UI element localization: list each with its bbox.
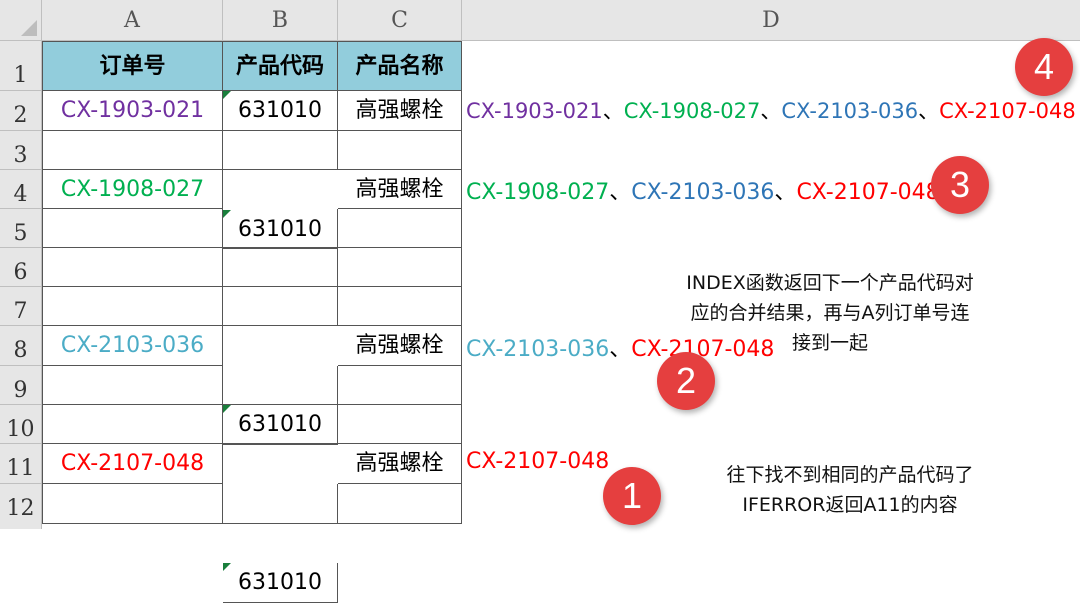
- result-order: CX-2107-048: [796, 180, 940, 205]
- name-cell-c11[interactable]: 高强螺栓: [338, 444, 462, 484]
- step-badge-2: 2: [657, 352, 715, 410]
- result-order: CX-1908-027: [466, 180, 610, 205]
- row-header-3[interactable]: 3: [0, 131, 42, 170]
- empty-cell[interactable]: [223, 131, 338, 170]
- result-separator: 、: [609, 337, 632, 362]
- order-cell-a11[interactable]: CX-2107-048: [42, 444, 223, 484]
- result-order: CX-1903-021: [466, 99, 603, 123]
- empty-cell[interactable]: [338, 131, 462, 170]
- empty-cell[interactable]: [338, 366, 462, 405]
- number-as-text-flag-icon: [223, 563, 231, 571]
- note-line: 往下找不到相同的产品代码了: [726, 464, 974, 486]
- row-header-5[interactable]: 5: [0, 209, 42, 248]
- row-header-8[interactable]: 8: [0, 326, 42, 366]
- empty-cell[interactable]: [42, 131, 223, 170]
- order-cell-a2[interactable]: CX-1903-021: [42, 91, 223, 131]
- d11-merged-result[interactable]: CX-2107-048: [466, 449, 609, 474]
- empty-cell[interactable]: [223, 287, 338, 326]
- result-separator: 、: [602, 99, 624, 123]
- select-all-corner[interactable]: [0, 0, 42, 41]
- header-order-number: 订单号: [43, 42, 222, 90]
- d2-merged-result[interactable]: CX-1903-021、CX-1908-027、CX-2103-036、CX-2…: [466, 95, 1076, 125]
- note-line: 接到一起: [791, 332, 868, 354]
- table-header-cell[interactable]: 产品代码: [223, 41, 338, 91]
- result-order: CX-2103-036: [466, 337, 610, 362]
- row-header-11[interactable]: 11: [0, 444, 42, 484]
- result-order: CX-2107-048: [466, 449, 610, 474]
- empty-cell[interactable]: [42, 287, 223, 326]
- d4-merged-result[interactable]: CX-1908-027、CX-2103-036、CX-2107-048: [466, 174, 940, 206]
- table-header-cell[interactable]: 订单号: [42, 41, 223, 91]
- row-header-1[interactable]: 1: [0, 41, 42, 91]
- column-header-a[interactable]: A: [42, 0, 223, 41]
- table-header-cell[interactable]: 产品名称: [338, 41, 462, 91]
- column-header-d[interactable]: D: [462, 0, 1080, 41]
- row-header-2[interactable]: 2: [0, 91, 42, 131]
- code-value: 631010: [238, 570, 322, 595]
- row-header-4[interactable]: 4: [0, 170, 42, 209]
- select-all-triangle-icon: [21, 20, 37, 36]
- code-cell-b11[interactable]: 631010: [223, 563, 338, 603]
- code-cell-b2[interactable]: 631010: [223, 91, 338, 131]
- empty-cell[interactable]: [42, 405, 223, 444]
- empty-cell[interactable]: [42, 484, 223, 524]
- empty-cell[interactable]: [42, 366, 223, 405]
- column-header-b[interactable]: B: [223, 0, 338, 41]
- note-line: IFERROR返回A11的内容: [742, 494, 958, 516]
- iferror-explanation-note: 往下找不到相同的产品代码了 IFERROR返回A11的内容: [680, 460, 1020, 520]
- empty-cell[interactable]: [338, 248, 462, 287]
- column-header-c[interactable]: C: [338, 0, 462, 41]
- result-order: CX-2103-036: [781, 99, 919, 123]
- step-badge-3: 3: [931, 156, 989, 214]
- header-product-name: 产品名称: [338, 42, 461, 90]
- empty-cell[interactable]: [223, 366, 338, 405]
- note-line: 应的合并结果，再与A列订单号连: [690, 302, 970, 324]
- name-cell-c4[interactable]: 高强螺栓: [338, 170, 462, 209]
- empty-cell[interactable]: [42, 248, 223, 287]
- result-separator: 、: [760, 99, 782, 123]
- result-separator: 、: [609, 180, 632, 205]
- number-as-text-flag-icon: [223, 91, 231, 99]
- result-order: CX-2107-048: [939, 99, 1076, 123]
- header-product-code: 产品代码: [223, 42, 337, 90]
- empty-cell[interactable]: [338, 484, 462, 524]
- row-header-7[interactable]: 7: [0, 287, 42, 326]
- name-cell-c8[interactable]: 高强螺栓: [338, 326, 462, 366]
- empty-cell[interactable]: [338, 209, 462, 248]
- empty-cell[interactable]: [223, 405, 338, 444]
- index-explanation-note: INDEX函数返回下一个产品代码对 应的合并结果，再与A列订单号连 接到一起: [640, 268, 1020, 358]
- empty-cell[interactable]: [338, 287, 462, 326]
- name-cell-c2[interactable]: 高强螺栓: [338, 91, 462, 131]
- row-header-10[interactable]: 10: [0, 405, 42, 444]
- row-header-6[interactable]: 6: [0, 248, 42, 287]
- result-separator: 、: [918, 99, 940, 123]
- row-header-9[interactable]: 9: [0, 366, 42, 405]
- step-badge-4: 4: [1015, 38, 1073, 96]
- result-order: CX-1908-027: [623, 99, 761, 123]
- note-line: INDEX函数返回下一个产品代码对: [686, 272, 974, 294]
- empty-cell[interactable]: [223, 209, 338, 248]
- empty-cell[interactable]: [223, 484, 338, 524]
- empty-cell[interactable]: [42, 209, 223, 248]
- order-cell-a8[interactable]: CX-2103-036: [42, 326, 223, 366]
- code-value: 631010: [238, 98, 322, 123]
- order-cell-a4[interactable]: CX-1908-027: [42, 170, 223, 209]
- step-badge-1: 1: [603, 467, 661, 525]
- empty-cell[interactable]: [223, 248, 338, 287]
- result-order: CX-2103-036: [631, 180, 775, 205]
- row-header-12[interactable]: 12: [0, 484, 42, 529]
- spreadsheet: A B C D 1 2 3 4 5 6 7 8 9 10 11 12 订单号 产…: [0, 0, 1080, 603]
- result-separator: 、: [774, 180, 797, 205]
- empty-cell[interactable]: [338, 405, 462, 444]
